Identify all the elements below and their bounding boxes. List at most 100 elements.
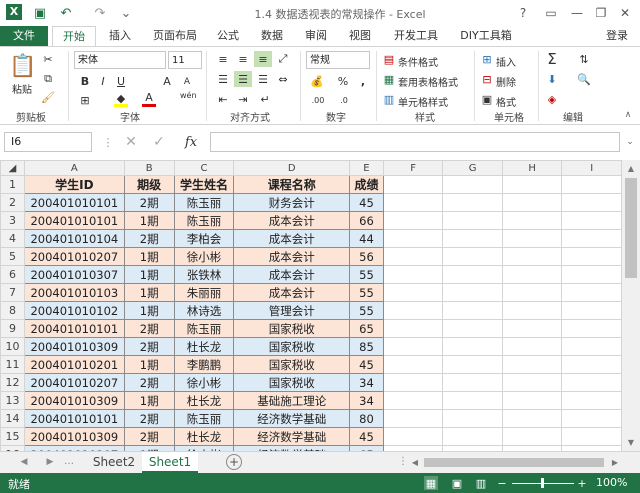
tab-view[interactable]: 视图 [342,26,378,46]
row-header[interactable]: 2 [0,193,25,212]
data-cell[interactable]: 200401010102 [23,301,125,320]
column-header[interactable]: E [349,160,384,176]
tab-developer[interactable]: 开发工具 [388,26,444,46]
close-button[interactable]: ✕ [612,3,638,23]
formula-input[interactable] [210,132,620,152]
find-select-icon[interactable]: 🔍 [576,71,592,87]
tab-review[interactable]: 审阅 [298,26,334,46]
middle-align-icon[interactable]: ≡ [234,51,252,67]
column-header[interactable]: A [23,160,125,176]
font-color-button[interactable]: A [142,91,156,107]
conditional-format-icon[interactable]: ▤ [382,51,396,67]
scroll-up-icon[interactable]: ▲ [625,162,637,174]
tab-data[interactable]: 数据 [254,26,290,46]
decrease-decimal-icon[interactable]: .0 [334,93,354,107]
row-header[interactable]: 10 [0,337,25,356]
empty-cell[interactable] [382,391,444,410]
data-cell[interactable]: 55 [349,265,384,284]
empty-cell[interactable] [501,229,563,248]
expand-formula-bar-icon[interactable]: ⌄ [624,135,636,149]
column-header[interactable]: B [123,160,175,176]
sheet-tab-sheet1[interactable]: Sheet1 [142,452,198,473]
row-header[interactable]: 5 [0,247,25,266]
data-cell[interactable]: 徐小彬 [173,247,235,266]
data-cell[interactable]: 张铁林 [173,265,235,284]
data-cell[interactable]: 200401010309 [23,391,125,410]
data-cell[interactable]: 1期 [123,211,175,230]
header-cell[interactable]: 课程名称 [233,175,351,194]
format-as-table-button[interactable]: 套用表格格式 [398,74,458,89]
underline-button[interactable]: U [114,73,128,89]
data-cell[interactable]: 1期 [123,355,175,374]
empty-cell[interactable] [442,427,503,446]
row-header[interactable]: 11 [0,355,25,374]
empty-cell[interactable] [382,337,444,356]
header-cell[interactable]: 期级 [123,175,175,194]
select-all-corner[interactable]: ◢ [0,160,25,176]
data-cell[interactable]: 200401010101 [23,409,125,428]
data-cell[interactable]: 200401010101 [23,211,125,230]
data-cell[interactable]: 陈玉丽 [173,319,235,338]
scroll-left-icon[interactable]: ◀ [410,457,420,467]
data-cell[interactable]: 2期 [123,319,175,338]
customize-quick-access-icon[interactable]: ⌄ [116,3,136,23]
wrap-text-icon[interactable]: ↵ [256,91,274,107]
data-cell[interactable]: 1期 [123,265,175,284]
help-button[interactable]: ? [510,3,536,23]
empty-cell[interactable] [561,373,622,392]
number-format-select[interactable]: 常规 [306,51,370,69]
column-header[interactable]: I [561,160,622,176]
format-cells-button[interactable]: 格式 [496,94,516,109]
empty-cell[interactable] [561,427,622,446]
data-cell[interactable]: 1期 [123,391,175,410]
data-cell[interactable]: 成本会计 [233,211,351,230]
fill-color-icon[interactable]: ◆ [114,92,128,107]
formula-bar-options-icon[interactable]: ⋮ [102,134,114,150]
data-cell[interactable]: 李柏会 [173,229,235,248]
data-cell[interactable]: 200401010309 [23,337,125,356]
data-cell[interactable]: 经济数学基础 [233,409,351,428]
data-cell[interactable]: 200401010101 [23,319,125,338]
clear-icon[interactable]: ◈ [544,91,560,107]
normal-view-icon[interactable]: ▦ [424,476,438,490]
data-cell[interactable]: 基础施工理论 [233,391,351,410]
bold-button[interactable]: B [78,73,92,89]
undo-icon[interactable]: ↶ [56,3,76,23]
new-sheet-icon[interactable]: + [226,454,242,470]
data-cell[interactable]: 1期 [123,247,175,266]
data-cell[interactable]: 2期 [123,337,175,356]
enter-icon[interactable]: ✓ [150,133,168,151]
zoom-in-button[interactable]: + [576,476,588,490]
data-cell[interactable]: 徐小彬 [173,373,235,392]
data-cell[interactable]: 85 [349,337,384,356]
copy-icon[interactable]: ⧉ [40,71,56,87]
font-size-select[interactable]: 11 [168,51,202,69]
header-cell[interactable]: 学生姓名 [173,175,235,194]
data-cell[interactable]: 国家税收 [233,373,351,392]
conditional-format-button[interactable]: 条件格式 [398,54,438,69]
align-left-icon[interactable]: ☰ [214,71,232,87]
empty-cell[interactable] [501,319,563,338]
data-cell[interactable]: 陈玉丽 [173,211,235,230]
empty-cell[interactable] [382,175,444,194]
empty-cell[interactable] [501,211,563,230]
format-as-table-icon[interactable]: ▦ [382,71,396,87]
minimize-button[interactable]: — [564,3,590,23]
delete-cells-icon[interactable]: ⊟ [480,71,494,87]
next-sheet-icon[interactable]: ▶ [44,456,56,468]
data-cell[interactable]: 2期 [123,427,175,446]
format-painter-icon[interactable]: 🖌 [40,89,56,105]
row-header[interactable]: 7 [0,283,25,302]
data-cell[interactable]: 55 [349,283,384,302]
data-cell[interactable]: 1期 [123,301,175,320]
data-cell[interactable]: 200401010103 [23,283,125,302]
data-cell[interactable]: 2期 [123,229,175,248]
font-shrink-button[interactable]: A [180,74,194,90]
empty-cell[interactable] [561,193,622,212]
increase-indent-icon[interactable]: ⇥ [234,91,252,107]
tab-file[interactable]: 文件 [0,26,48,46]
column-header[interactable]: G [442,160,503,176]
cell-styles-button[interactable]: 单元格样式 [398,94,448,109]
empty-cell[interactable] [561,265,622,284]
column-header[interactable]: C [173,160,235,176]
